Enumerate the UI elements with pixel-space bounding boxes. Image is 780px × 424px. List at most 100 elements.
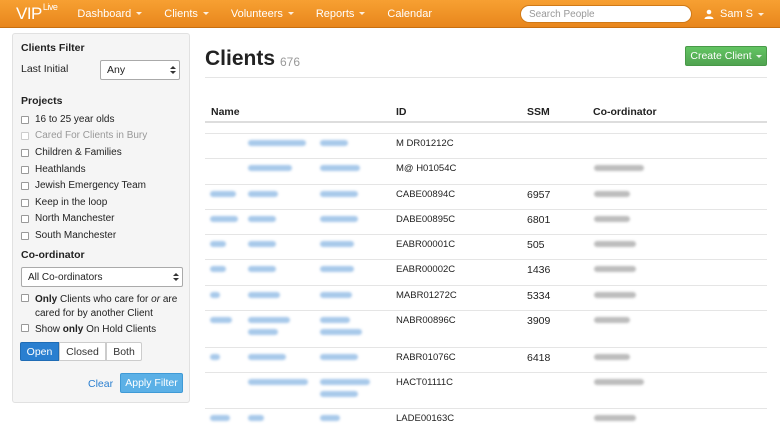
column-header-coordinator[interactable]: Co-ordinator xyxy=(593,106,657,118)
brand-sup: Live xyxy=(42,1,58,12)
project-checkbox-jewish-emergency[interactable]: Jewish Emergency Team xyxy=(21,180,146,191)
redacted-name-link[interactable] xyxy=(248,292,280,298)
redacted-name-link[interactable] xyxy=(248,165,292,171)
redacted-name-link[interactable] xyxy=(248,266,276,272)
ssm-cell: 6957 xyxy=(527,189,551,201)
brand-logo[interactable]: VIP Live xyxy=(16,1,58,24)
redacted-name-link[interactable] xyxy=(320,329,362,335)
client-id-cell: HACT01111C xyxy=(396,377,454,388)
client-id-cell: DABE00895C xyxy=(396,214,456,225)
row-divider xyxy=(205,408,767,409)
redacted-name-link[interactable] xyxy=(210,241,226,247)
ssm-cell: 6801 xyxy=(527,214,551,226)
redacted-name-link[interactable] xyxy=(320,216,358,222)
top-navbar: VIP Live Dashboard Clients Volunteers Rep… xyxy=(0,0,780,28)
redacted-name-link[interactable] xyxy=(248,379,308,385)
coordinator-select[interactable]: All Co-ordinators xyxy=(21,267,183,287)
redacted-name-link[interactable] xyxy=(248,191,278,197)
checkbox[interactable] xyxy=(21,115,29,124)
project-checkbox-north-manchester[interactable]: North Manchester xyxy=(21,213,114,224)
project-checkbox-heathlands[interactable]: Heathlands xyxy=(21,164,86,175)
clients-filter-panel: Clients Filter Last Initial Any Projects… xyxy=(12,33,190,403)
redacted-name-link[interactable] xyxy=(248,415,264,421)
on-hold-checkbox-row[interactable]: Show only On Hold Clients xyxy=(21,323,156,337)
redacted-name-link[interactable] xyxy=(320,391,358,397)
status-closed-button[interactable]: Closed xyxy=(59,342,106,361)
column-header-id[interactable]: ID xyxy=(396,106,407,118)
status-both-button[interactable]: Both xyxy=(106,342,142,361)
redacted-coordinator xyxy=(594,415,636,421)
column-header-ssm[interactable]: SSM xyxy=(527,106,550,118)
ssm-cell: 1436 xyxy=(527,264,551,276)
redacted-coordinator xyxy=(594,241,636,247)
redacted-name-link[interactable] xyxy=(210,317,232,323)
coordinator-value: All Co-ordinators xyxy=(28,272,103,283)
checkbox[interactable] xyxy=(21,148,29,157)
redacted-name-link[interactable] xyxy=(210,216,238,222)
redacted-name-link[interactable] xyxy=(210,415,230,421)
project-checkbox-children-families[interactable]: Children & Families xyxy=(21,147,122,158)
checkbox[interactable] xyxy=(21,131,29,140)
checkbox[interactable] xyxy=(21,181,29,190)
checkbox[interactable] xyxy=(21,231,29,240)
project-checkbox-keep-in-loop[interactable]: Keep in the loop xyxy=(21,197,107,208)
nav-clients[interactable]: Clients xyxy=(164,8,209,20)
search-input[interactable] xyxy=(520,5,692,23)
create-client-button[interactable]: Create Client xyxy=(685,46,767,66)
status-open-button[interactable]: Open xyxy=(20,342,59,361)
row-divider xyxy=(205,310,767,311)
redacted-name-link[interactable] xyxy=(320,415,340,421)
status-button-group: Open Closed Both xyxy=(20,342,142,361)
redacted-name-link[interactable] xyxy=(248,329,278,335)
redacted-name-link[interactable] xyxy=(248,216,276,222)
redacted-name-link[interactable] xyxy=(320,266,354,272)
redacted-name-link[interactable] xyxy=(320,379,370,385)
redacted-name-link[interactable] xyxy=(320,317,350,323)
create-client-label: Create Client xyxy=(690,50,752,62)
nav-calendar[interactable]: Calendar xyxy=(387,8,432,20)
only-carers-checkbox-row[interactable]: Only Clients who care for or are cared f… xyxy=(21,293,177,321)
apply-filter-button[interactable]: Apply Filter xyxy=(120,373,183,393)
checkbox[interactable] xyxy=(21,165,29,174)
checkbox[interactable] xyxy=(21,294,29,303)
last-initial-select[interactable]: Any xyxy=(100,60,180,80)
ssm-cell: 505 xyxy=(527,239,545,251)
redacted-name-link[interactable] xyxy=(320,140,348,146)
redacted-name-link[interactable] xyxy=(320,292,352,298)
redacted-name-link[interactable] xyxy=(248,354,286,360)
checkbox[interactable] xyxy=(21,198,29,207)
onhold-pre: Show xyxy=(35,324,63,335)
redacted-name-link[interactable] xyxy=(210,266,226,272)
user-menu[interactable]: Sam S xyxy=(704,0,765,28)
project-checkbox-south-manchester[interactable]: South Manchester xyxy=(21,230,116,241)
redacted-name-link[interactable] xyxy=(320,165,360,171)
row-divider xyxy=(205,184,767,185)
project-checkbox-cared-for-bury[interactable]: Cared For Clients in Bury xyxy=(21,130,147,141)
row-divider xyxy=(205,209,767,210)
client-id-cell: M@ H01054C xyxy=(396,163,457,174)
chevron-down-icon xyxy=(755,54,762,58)
coordinator-title: Co-ordinator xyxy=(21,249,85,261)
redacted-name-link[interactable] xyxy=(210,191,236,197)
page-title: Clients xyxy=(205,47,276,70)
project-checkbox-16-25[interactable]: 16 to 25 year olds xyxy=(21,114,115,125)
nav-dashboard[interactable]: Dashboard xyxy=(77,8,143,20)
redacted-name-link[interactable] xyxy=(210,354,220,360)
redacted-name-link[interactable] xyxy=(320,241,354,247)
row-divider xyxy=(205,234,767,235)
nav-volunteers[interactable]: Volunteers xyxy=(231,8,294,20)
column-header-name[interactable]: Name xyxy=(211,106,240,118)
checkbox[interactable] xyxy=(21,324,29,333)
checkbox[interactable] xyxy=(21,214,29,223)
clear-filter-link[interactable]: Clear xyxy=(88,378,113,390)
redacted-name-link[interactable] xyxy=(248,317,290,323)
redacted-name-link[interactable] xyxy=(248,140,306,146)
client-count: 676 xyxy=(280,55,301,69)
row-divider xyxy=(205,285,767,286)
nav-reports[interactable]: Reports xyxy=(316,8,366,20)
redacted-name-link[interactable] xyxy=(320,354,358,360)
redacted-name-link[interactable] xyxy=(248,241,276,247)
redacted-name-link[interactable] xyxy=(210,292,220,298)
redacted-name-link[interactable] xyxy=(320,191,358,197)
last-initial-label: Last Initial xyxy=(21,63,69,75)
